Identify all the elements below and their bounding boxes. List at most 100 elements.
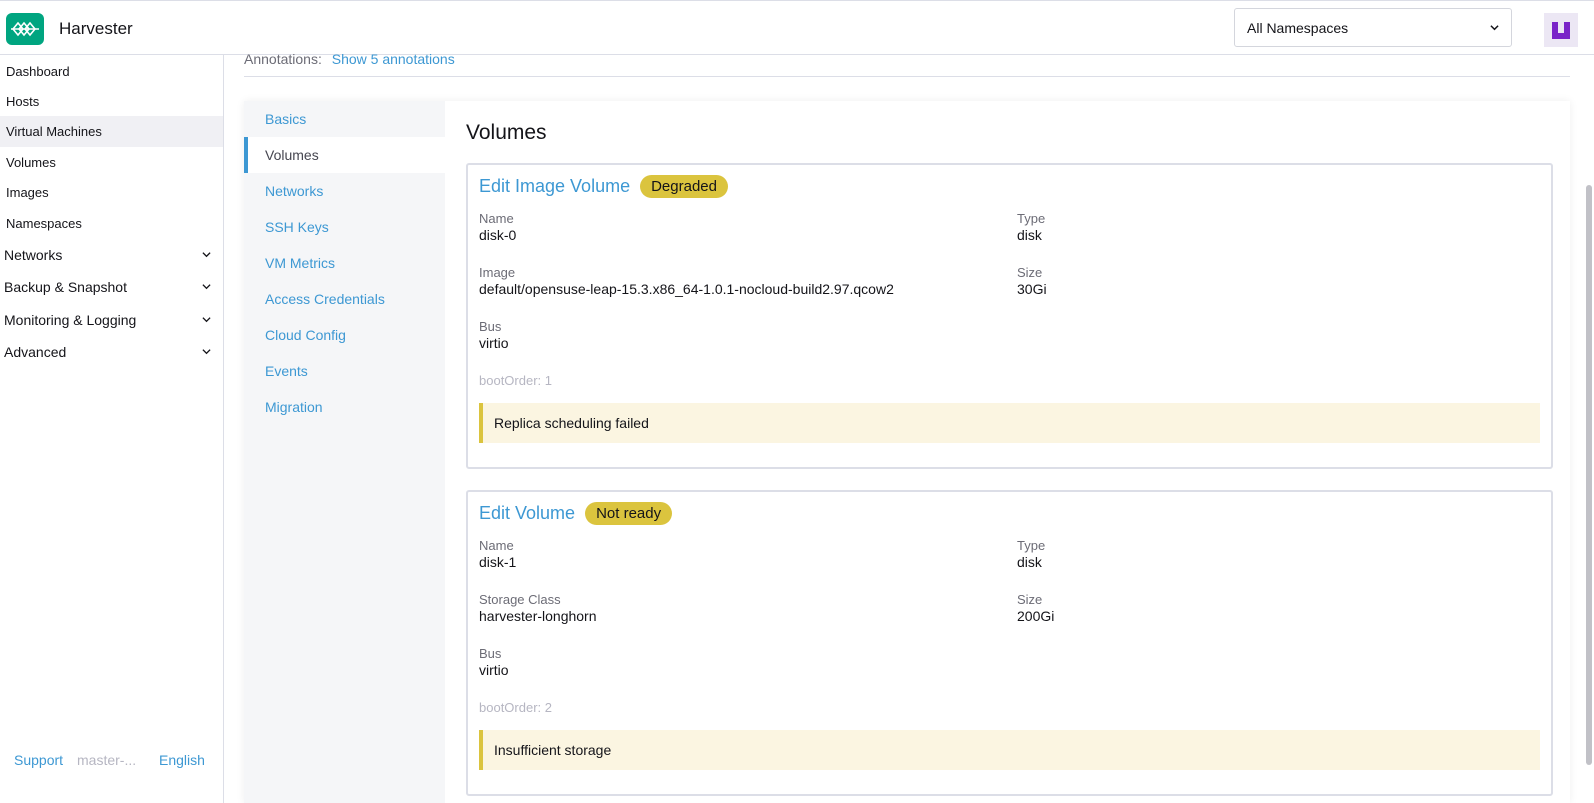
field-label: Name bbox=[479, 211, 514, 226]
edit-image-volume-link[interactable]: Edit Image Volume bbox=[479, 176, 630, 197]
tab-events[interactable]: Events bbox=[244, 353, 445, 389]
bus-field: Bus virtio bbox=[479, 318, 509, 352]
field-label: Image bbox=[479, 265, 516, 280]
volume-card-header: Edit Volume Not ready bbox=[479, 502, 673, 525]
vertical-scrollbar[interactable] bbox=[1586, 185, 1592, 765]
sidebar-group-monitoring-logging[interactable]: Monitoring & Logging bbox=[0, 304, 223, 335]
bus-field: Bus virtio bbox=[479, 645, 509, 679]
chevron-down-icon bbox=[202, 284, 211, 290]
tab-label: Events bbox=[265, 363, 308, 379]
field-value: disk-0 bbox=[479, 227, 517, 243]
tab-label: Access Credentials bbox=[265, 291, 385, 307]
size-field: Size 30Gi bbox=[1017, 264, 1047, 298]
field-label: Size bbox=[1017, 265, 1043, 280]
field-label: Bus bbox=[479, 646, 502, 661]
sidebar-group-advanced[interactable]: Advanced bbox=[0, 336, 223, 367]
tab-list: Basics Volumes Networks SSH Keys VM Metr… bbox=[244, 101, 445, 803]
sidebar-item-virtual-machines[interactable]: Virtual Machines bbox=[0, 116, 223, 147]
divider bbox=[244, 76, 1570, 77]
sidebar-group-label: Monitoring & Logging bbox=[4, 311, 137, 328]
annotations-row: Annotations: Show 5 annotations bbox=[244, 51, 455, 67]
sidebar-group-backup-snapshot[interactable]: Backup & Snapshot bbox=[0, 271, 223, 302]
name-field: Name disk-0 bbox=[479, 210, 516, 244]
edit-volume-link[interactable]: Edit Volume bbox=[479, 503, 575, 524]
tab-access-credentials[interactable]: Access Credentials bbox=[244, 281, 445, 317]
namespace-select-value: All Namespaces bbox=[1247, 19, 1349, 36]
sidebar: Dashboard Hosts Virtual Machines Volumes… bbox=[0, 55, 224, 803]
boot-order: bootOrder: 2 bbox=[479, 700, 552, 715]
field-label: Type bbox=[1017, 211, 1046, 226]
field-value: 200Gi bbox=[1017, 608, 1055, 624]
sidebar-item-label: Volumes bbox=[6, 155, 56, 170]
warning-banner: Replica scheduling failed bbox=[479, 403, 1540, 443]
sidebar-item-volumes[interactable]: Volumes bbox=[0, 147, 223, 178]
tab-label: Cloud Config bbox=[265, 327, 346, 343]
field-value: harvester-longhorn bbox=[479, 608, 597, 624]
tab-networks[interactable]: Networks bbox=[244, 173, 445, 209]
sidebar-group-label: Networks bbox=[4, 246, 63, 263]
tab-cloud-config[interactable]: Cloud Config bbox=[244, 317, 445, 353]
harvester-logo-icon[interactable] bbox=[6, 13, 44, 45]
tab-label: VM Metrics bbox=[265, 255, 335, 271]
field-label: Storage Class bbox=[479, 592, 561, 607]
tab-vm-metrics[interactable]: VM Metrics bbox=[244, 245, 445, 281]
support-link[interactable]: Support bbox=[14, 752, 63, 768]
field-value: disk bbox=[1017, 554, 1042, 570]
boot-order: bootOrder: 1 bbox=[479, 373, 552, 388]
status-badge: Not ready bbox=[585, 502, 673, 525]
sidebar-group-label: Backup & Snapshot bbox=[4, 278, 127, 295]
field-value: default/opensuse-leap-15.3.x86_64-1.0.1-… bbox=[479, 281, 894, 297]
storage-class-field: Storage Class harvester-longhorn bbox=[479, 591, 597, 625]
sidebar-footer: Support master-... English bbox=[0, 752, 223, 776]
warning-message: Insufficient storage bbox=[494, 742, 612, 758]
chevron-down-icon bbox=[202, 317, 211, 323]
volume-card: Edit Volume Not ready Name disk-1 Type d… bbox=[466, 490, 1553, 796]
app-title: Harvester bbox=[59, 19, 133, 38]
language-link[interactable]: English bbox=[159, 752, 205, 768]
sidebar-group-label: Advanced bbox=[4, 343, 67, 360]
field-value: disk bbox=[1017, 227, 1042, 243]
namespace-select[interactable]: All Namespaces bbox=[1234, 8, 1512, 47]
chevron-down-icon bbox=[1490, 25, 1499, 31]
sidebar-item-images[interactable]: Images bbox=[0, 177, 223, 208]
field-value: virtio bbox=[479, 335, 509, 351]
sidebar-item-namespaces[interactable]: Namespaces bbox=[0, 208, 223, 239]
tab-label: Migration bbox=[265, 399, 323, 415]
field-value: virtio bbox=[479, 662, 509, 678]
field-label: Size bbox=[1017, 592, 1043, 607]
field-label: Bus bbox=[479, 319, 502, 334]
section-title: Volumes bbox=[466, 121, 547, 144]
type-field: Type disk bbox=[1017, 537, 1045, 571]
sidebar-group-networks[interactable]: Networks bbox=[0, 239, 223, 270]
tab-migration[interactable]: Migration bbox=[244, 389, 445, 425]
sidebar-item-label: Dashboard bbox=[6, 64, 70, 79]
sidebar-item-label: Namespaces bbox=[6, 216, 82, 231]
annotations-label: Annotations: bbox=[244, 51, 322, 67]
show-annotations-link[interactable]: Show 5 annotations bbox=[332, 51, 455, 67]
tab-ssh-keys[interactable]: SSH Keys bbox=[244, 209, 445, 245]
warning-banner: Insufficient storage bbox=[479, 730, 1540, 770]
field-value: disk-1 bbox=[479, 554, 517, 570]
tab-basics[interactable]: Basics bbox=[244, 101, 445, 137]
image-field: Image default/opensuse-leap-15.3.x86_64-… bbox=[479, 264, 894, 298]
user-avatar-icon bbox=[1552, 22, 1570, 39]
status-badge: Degraded bbox=[640, 175, 728, 198]
tab-label: Networks bbox=[265, 183, 324, 199]
sidebar-item-label: Virtual Machines bbox=[6, 124, 102, 139]
chevron-down-icon bbox=[202, 252, 211, 258]
version-label: master-... bbox=[77, 752, 137, 768]
size-field: Size 200Gi bbox=[1017, 591, 1054, 625]
sidebar-item-dashboard[interactable]: Dashboard bbox=[0, 56, 223, 87]
type-field: Type disk bbox=[1017, 210, 1045, 244]
sidebar-item-label: Images bbox=[6, 185, 49, 200]
chevron-down-icon bbox=[202, 349, 211, 355]
field-value: 30Gi bbox=[1017, 281, 1047, 297]
sidebar-item-hosts[interactable]: Hosts bbox=[0, 86, 223, 117]
tab-volumes[interactable]: Volumes bbox=[244, 137, 445, 173]
field-label: Name bbox=[479, 538, 514, 553]
tab-label: Basics bbox=[265, 111, 307, 127]
top-header: Harvester All Namespaces bbox=[0, 0, 1594, 55]
volume-card: Edit Image Volume Degraded Name disk-0 T… bbox=[466, 163, 1553, 469]
sidebar-item-label: Hosts bbox=[6, 94, 40, 109]
user-avatar[interactable] bbox=[1544, 13, 1578, 47]
